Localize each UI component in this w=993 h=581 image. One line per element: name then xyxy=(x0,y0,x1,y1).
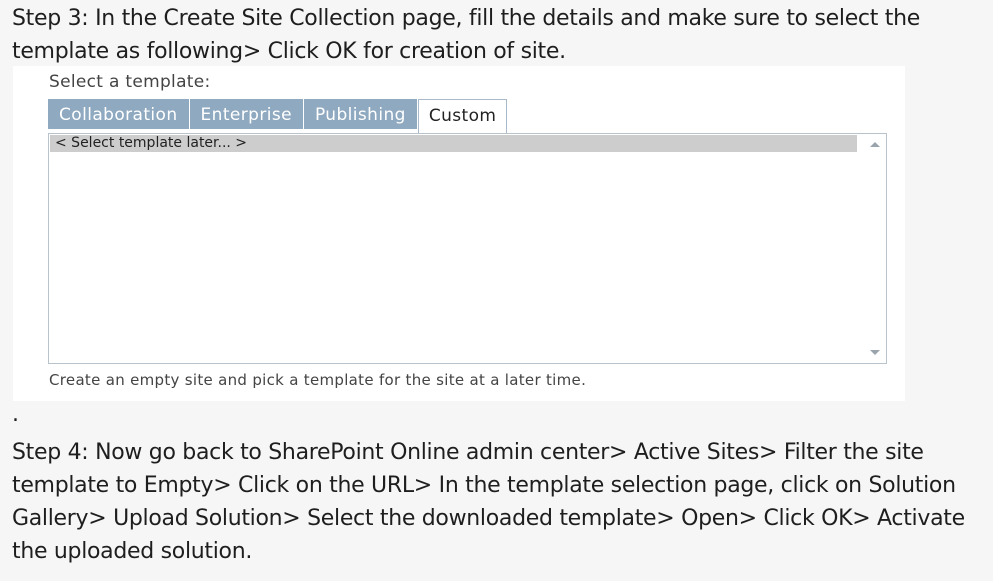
step-4-text: Step 4: Now go back to SharePoint Online… xyxy=(12,440,965,564)
tab-collaboration[interactable]: Collaboration xyxy=(48,99,190,129)
select-template-label: Select a template: xyxy=(49,72,211,92)
tab-custom[interactable]: Custom xyxy=(417,99,508,133)
template-listbox[interactable]: < Select template later... > xyxy=(48,133,887,364)
scroll-down-arrow-icon[interactable] xyxy=(870,350,880,355)
template-selector-screenshot: Select a template: Collaboration Enterpr… xyxy=(13,66,905,401)
step-3-text: Step 3: In the Create Site Collection pa… xyxy=(12,6,920,64)
template-description: Create an empty site and pick a template… xyxy=(49,371,587,389)
scroll-up-arrow-icon[interactable] xyxy=(870,142,880,147)
tab-enterprise[interactable]: Enterprise xyxy=(189,99,304,129)
bullet-dot: . xyxy=(12,402,19,427)
template-tabs: Collaboration Enterprise Publishing Cust… xyxy=(48,99,508,133)
tab-publishing[interactable]: Publishing xyxy=(303,99,418,129)
list-item[interactable]: < Select template later... > xyxy=(50,135,857,152)
